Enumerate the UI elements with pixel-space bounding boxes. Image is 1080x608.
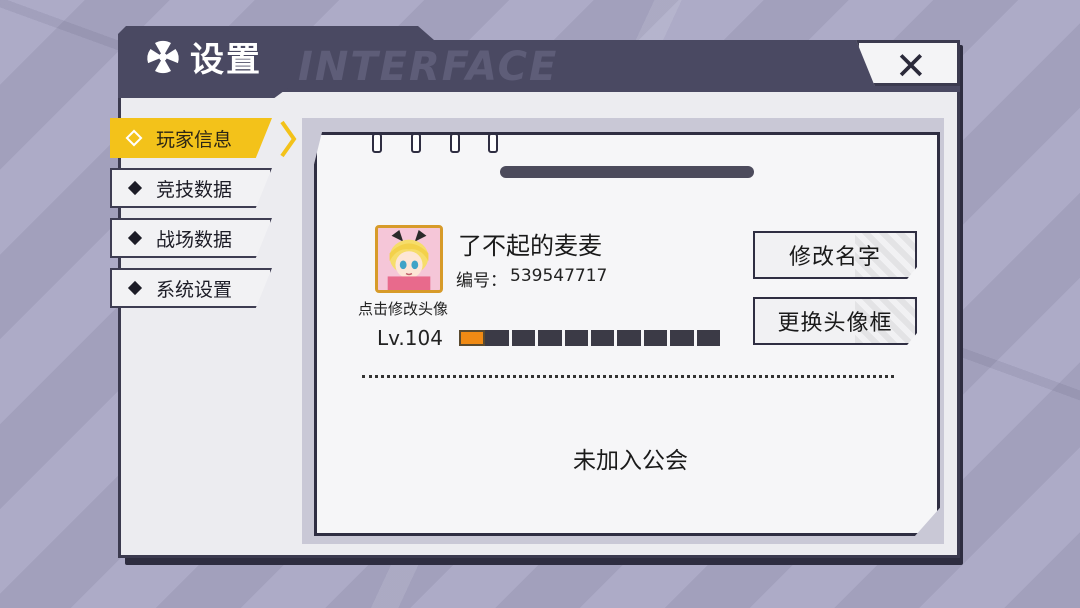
chevron-right-icon	[280, 120, 297, 158]
avatar-hint[interactable]: 点击修改头像	[358, 298, 448, 319]
card-top-bar	[500, 166, 754, 178]
player-id: 539547717	[510, 266, 608, 286]
binder-ring	[411, 133, 421, 153]
radiation-icon	[147, 40, 179, 74]
player-level: Lv.104	[377, 326, 443, 350]
divider	[362, 375, 894, 378]
tab-label: 竞技数据	[156, 178, 233, 201]
binder-ring	[450, 133, 460, 153]
tab-player-info[interactable]: 玩家信息	[110, 118, 272, 158]
tab-label: 玩家信息	[156, 128, 233, 151]
player-name: 了不起的麦麦	[458, 232, 602, 260]
player-id-label: 编号：	[456, 271, 507, 291]
diamond-icon	[127, 280, 143, 296]
header-stripe	[118, 88, 288, 98]
avatar[interactable]	[375, 225, 443, 293]
tab-arena-data[interactable]: 竞技数据	[110, 168, 272, 208]
xp-segment	[643, 330, 668, 346]
tab-label: 系统设置	[156, 278, 233, 301]
xp-segment	[564, 330, 589, 346]
xp-segment	[511, 330, 536, 346]
xp-segment	[485, 330, 509, 346]
tab-system-settings[interactable]: 系统设置	[110, 268, 272, 308]
xp-segment	[538, 330, 562, 346]
diamond-icon	[127, 180, 143, 196]
interface-watermark: INTERFACE	[298, 44, 559, 90]
binder-ring	[372, 133, 382, 153]
tab-label: 战场数据	[156, 228, 233, 251]
window-title: 设置	[190, 40, 262, 80]
rename-button[interactable]: 修改名字	[753, 231, 917, 279]
xp-segment	[617, 330, 641, 346]
diamond-icon	[127, 230, 143, 246]
xp-segment	[591, 330, 615, 346]
xp-bar	[459, 330, 721, 346]
xp-fill	[459, 330, 485, 346]
change-frame-button[interactable]: 更换头像框	[753, 297, 917, 345]
xp-segment	[696, 330, 721, 346]
avatar-portrait-icon	[378, 228, 440, 290]
tab-battlefield-data[interactable]: 战场数据	[110, 218, 272, 258]
diamond-outline-icon	[125, 129, 143, 147]
binder-ring	[488, 133, 498, 153]
guild-status: 未加入公会	[573, 448, 688, 474]
close-icon[interactable]: ✕	[895, 44, 927, 88]
xp-segment	[670, 330, 694, 346]
